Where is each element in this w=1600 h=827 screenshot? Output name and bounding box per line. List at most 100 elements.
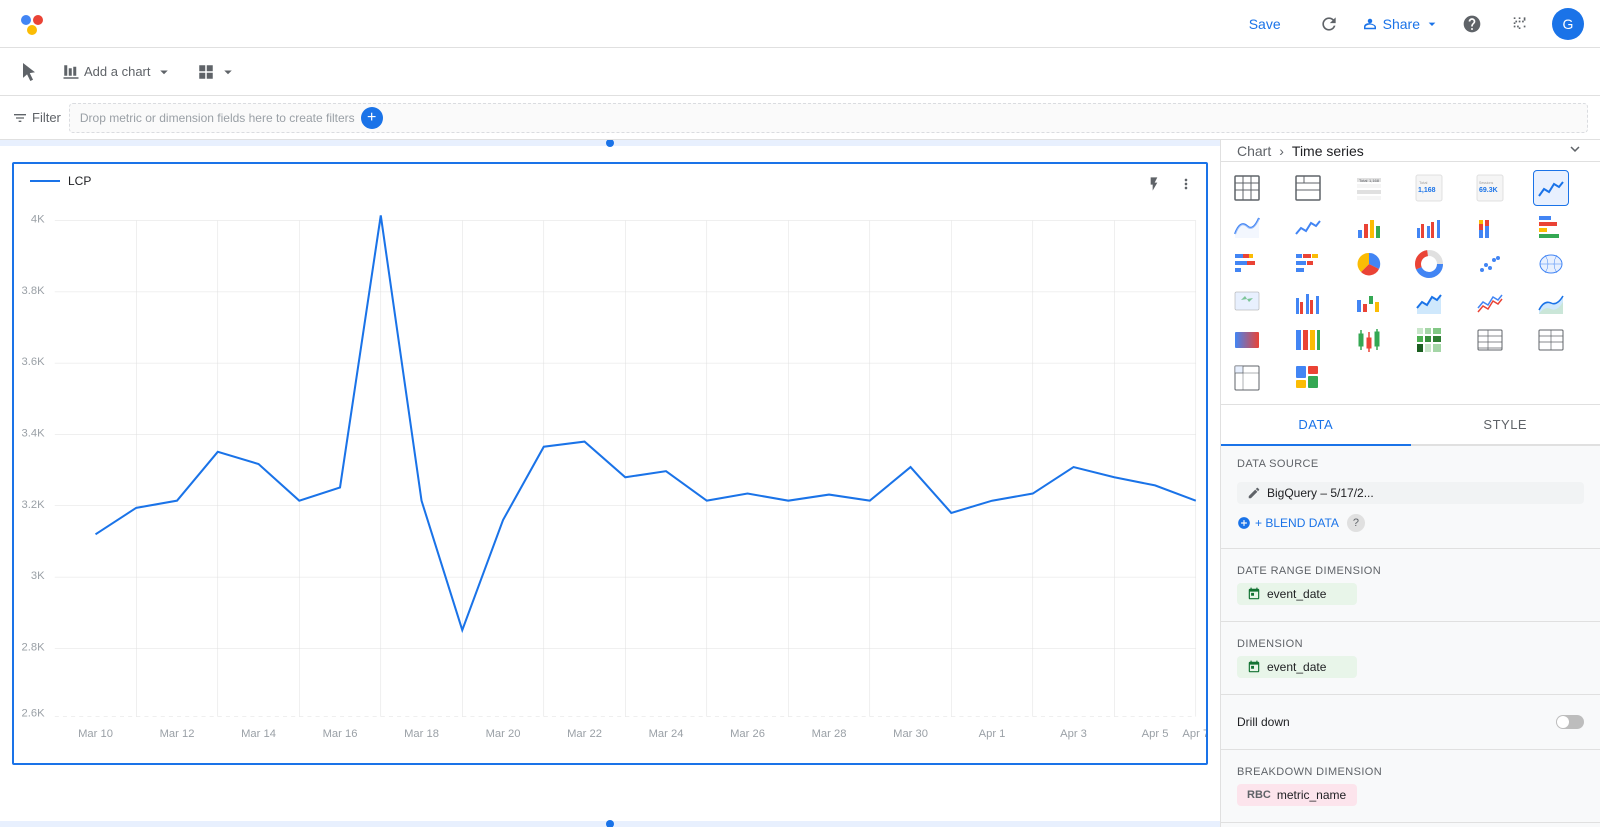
chart-type-horizontal[interactable] bbox=[1533, 208, 1569, 244]
chart-type-pivot2[interactable] bbox=[1290, 360, 1326, 396]
datasource-chip[interactable]: BigQuery – 5/17/2... bbox=[1237, 482, 1584, 504]
chart-type-heatmap[interactable] bbox=[1411, 322, 1447, 358]
svg-text:Apr 3: Apr 3 bbox=[1060, 728, 1087, 740]
dimension-section: Dimension event_date bbox=[1221, 626, 1600, 690]
svg-text:Mar 22: Mar 22 bbox=[567, 728, 602, 740]
legend-label: LCP bbox=[68, 174, 91, 188]
chart-type-table4[interactable] bbox=[1472, 322, 1508, 358]
chart-type-gradient[interactable] bbox=[1229, 322, 1265, 358]
breadcrumb-arrow: › bbox=[1279, 143, 1284, 159]
blend-label: + BLEND DATA bbox=[1255, 516, 1339, 530]
date-range-field[interactable]: event_date bbox=[1237, 583, 1357, 605]
tab-data[interactable]: DATA bbox=[1221, 405, 1411, 446]
resize-handle-top[interactable] bbox=[0, 140, 1220, 146]
breadcrumb-timeseries: Time series bbox=[1292, 143, 1364, 159]
chart-type-scorecard-sessions[interactable]: Sessions 69.3K bbox=[1472, 170, 1508, 206]
panel-tabs: DATA STYLE bbox=[1221, 405, 1600, 446]
filter-drop-zone[interactable]: Drop metric or dimension fields here to … bbox=[69, 103, 1588, 133]
resize-handle-bottom[interactable] bbox=[0, 821, 1220, 827]
chart-legend: LCP bbox=[14, 164, 1206, 192]
svg-text:Mar 20: Mar 20 bbox=[486, 728, 521, 740]
panel-close-button[interactable] bbox=[1566, 140, 1584, 161]
chart-type-pivot[interactable] bbox=[1229, 360, 1265, 396]
chart-type-table[interactable] bbox=[1229, 170, 1265, 206]
chart-type-table5[interactable] bbox=[1533, 322, 1569, 358]
svg-text:Apr 5: Apr 5 bbox=[1142, 728, 1169, 740]
chart-type-table3[interactable]: Total 1,168 bbox=[1351, 170, 1387, 206]
main-area: LCP 4K 3.8K 3.6K 3.4K 3.2K 3K 2.8K 2.6K bbox=[0, 140, 1600, 827]
chart-svg: 4K 3.8K 3.6K 3.4K 3.2K 3K 2.8K 2.6K bbox=[14, 192, 1206, 763]
avatar[interactable]: G bbox=[1552, 8, 1584, 40]
svg-text:Mar 28: Mar 28 bbox=[812, 728, 847, 740]
svg-text:Total: Total bbox=[1419, 180, 1428, 185]
chart-type-map[interactable] bbox=[1533, 246, 1569, 282]
chart-type-barchart[interactable] bbox=[1351, 208, 1387, 244]
divider1 bbox=[1221, 548, 1600, 549]
svg-text:Mar 10: Mar 10 bbox=[78, 728, 113, 740]
chart-type-waterfall[interactable] bbox=[1351, 284, 1387, 320]
date-range-section: Date Range Dimension event_date bbox=[1221, 553, 1600, 617]
breakdown-section: Breakdown Dimension RBC metric_name bbox=[1221, 754, 1600, 818]
chart-type-multiline[interactable] bbox=[1472, 284, 1508, 320]
chart-type-geomap[interactable] bbox=[1229, 284, 1265, 320]
svg-text:2.8K: 2.8K bbox=[22, 641, 46, 653]
svg-text:Mar 18: Mar 18 bbox=[404, 728, 439, 740]
chart-type-table2[interactable] bbox=[1290, 170, 1326, 206]
svg-text:1,168: 1,168 bbox=[1369, 178, 1380, 183]
add-chart-button[interactable]: Add a chart bbox=[54, 57, 181, 87]
chart-type-linechart[interactable] bbox=[1290, 208, 1326, 244]
chart-type-groupedbar[interactable] bbox=[1411, 208, 1447, 244]
chart-type-multicolor[interactable] bbox=[1290, 322, 1326, 358]
chart-type-groupedbar2[interactable] bbox=[1290, 284, 1326, 320]
blend-data-button[interactable]: + BLEND DATA bbox=[1237, 516, 1339, 530]
chart-type-piechart[interactable] bbox=[1351, 246, 1387, 282]
svg-text:3.6K: 3.6K bbox=[22, 356, 46, 368]
svg-text:3.2K: 3.2K bbox=[22, 499, 46, 511]
save-button[interactable]: Save bbox=[1233, 10, 1297, 38]
select-tool[interactable] bbox=[12, 57, 46, 87]
chart-lightning-button[interactable] bbox=[1140, 170, 1168, 198]
tab-style[interactable]: STYLE bbox=[1411, 405, 1600, 446]
svg-text:3K: 3K bbox=[31, 570, 45, 582]
blend-help-button[interactable]: ? bbox=[1347, 514, 1365, 532]
breakdown-field[interactable]: RBC metric_name bbox=[1237, 784, 1357, 806]
dimension-field[interactable]: event_date bbox=[1237, 656, 1357, 678]
blend-row: + BLEND DATA ? bbox=[1237, 514, 1584, 532]
chart-type-scatter[interactable] bbox=[1472, 246, 1508, 282]
dimension-field-name: event_date bbox=[1267, 660, 1326, 674]
filterbar: Filter Drop metric or dimension fields h… bbox=[0, 96, 1600, 140]
layout-button[interactable] bbox=[189, 57, 245, 87]
help-button[interactable] bbox=[1456, 8, 1488, 40]
chart-type-scorecard-total[interactable]: Total 1,168 bbox=[1411, 170, 1447, 206]
svg-text:1,168: 1,168 bbox=[1418, 187, 1436, 194]
chart-type-timeseries[interactable] bbox=[1533, 170, 1569, 206]
drill-down-row: Drill down bbox=[1237, 711, 1584, 733]
app-logo bbox=[16, 8, 48, 40]
chart-more-button[interactable] bbox=[1172, 170, 1200, 198]
chart-type-area[interactable] bbox=[1533, 284, 1569, 320]
svg-text:4K: 4K bbox=[31, 214, 45, 226]
svg-text:Mar 26: Mar 26 bbox=[730, 728, 765, 740]
apps-button[interactable] bbox=[1504, 8, 1536, 40]
drill-down-toggle[interactable] bbox=[1556, 715, 1584, 729]
svg-text:2.6K: 2.6K bbox=[22, 708, 46, 720]
dimension-label: Dimension bbox=[1237, 638, 1584, 650]
chart-type-hstacked[interactable] bbox=[1229, 246, 1265, 282]
refresh-button[interactable] bbox=[1313, 8, 1345, 40]
chart-type-stackedbar[interactable] bbox=[1472, 208, 1508, 244]
right-panel: Chart › Time series bbox=[1220, 140, 1600, 827]
share-button[interactable]: Share bbox=[1361, 15, 1440, 33]
chart-type-candlestick[interactable] bbox=[1351, 322, 1387, 358]
add-chart-label: Add a chart bbox=[84, 64, 151, 79]
chart-type-smoothline[interactable] bbox=[1229, 208, 1265, 244]
resize-dot-bottom bbox=[606, 820, 614, 827]
svg-text:Sessions: Sessions bbox=[1479, 181, 1493, 185]
chart-types-grid: Total 1,168 Total 1,168 Sessions 69.3K bbox=[1221, 162, 1600, 405]
chart-type-donut[interactable] bbox=[1411, 246, 1447, 282]
chart-type-arealine[interactable] bbox=[1411, 284, 1447, 320]
svg-text:3.8K: 3.8K bbox=[22, 285, 46, 297]
chart-header-actions bbox=[1140, 170, 1200, 198]
filter-add-button[interactable]: + bbox=[361, 107, 383, 129]
chart-type-hstacked2[interactable] bbox=[1290, 246, 1326, 282]
resize-dot-top bbox=[606, 140, 614, 147]
